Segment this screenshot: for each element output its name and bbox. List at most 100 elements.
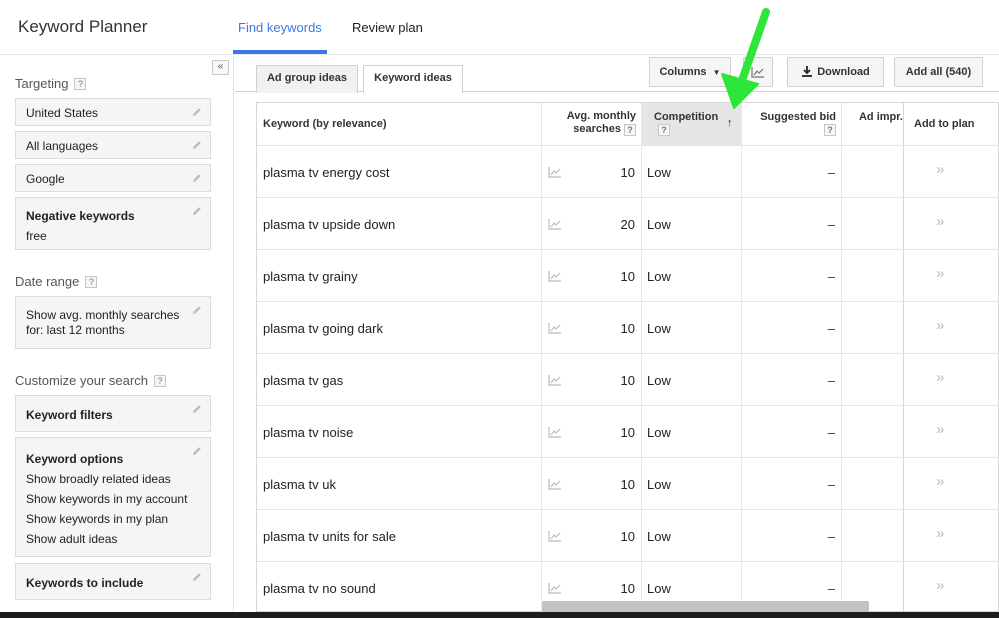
targeting-network[interactable]: Google [15, 164, 211, 192]
ad-impr-header-label: Ad impr. [858, 111, 903, 123]
keyword-cell[interactable]: plasma tv gas [263, 373, 343, 388]
keyword-options-box[interactable]: Keyword options Show broadly related ide… [15, 437, 211, 557]
add-to-plan-icon[interactable]: » [936, 421, 944, 438]
keyword-cell[interactable]: plasma tv going dark [263, 321, 383, 336]
date-range-line2: for: last 12 months [26, 323, 125, 337]
table-row: plasma tv grainy 10 Low – » [257, 249, 998, 301]
targeting-language-label: All languages [26, 139, 99, 153]
avg-searches-cell: 10 [620, 529, 635, 544]
suggested-bid-cell: – [827, 165, 835, 180]
competition-cell: Low [647, 165, 671, 180]
pencil-icon[interactable] [191, 304, 203, 316]
help-icon[interactable]: ? [74, 78, 87, 90]
keyword-cell[interactable]: plasma tv energy cost [263, 165, 389, 180]
add-to-plan-header-label: Add to plan [914, 118, 975, 130]
pencil-icon[interactable] [191, 139, 203, 151]
suggested-bid-cell: – [827, 373, 835, 388]
competition-cell: Low [647, 373, 671, 388]
pencil-icon[interactable] [191, 445, 203, 457]
add-all-button[interactable]: Add all (540) [894, 57, 983, 87]
date-range-line1: Show avg. monthly searches [26, 308, 180, 322]
competition-cell: Low [647, 321, 671, 336]
date-range-heading: Date range? [15, 274, 98, 289]
avg-searches-cell: 10 [620, 165, 635, 180]
date-range-box[interactable]: Show avg. monthly searches for: last 12 … [15, 296, 211, 349]
help-icon[interactable]: ? [658, 124, 670, 136]
collapse-sidebar-button[interactable]: « [212, 60, 229, 75]
suggested-bid-cell: – [827, 529, 835, 544]
avg-searches-cell: 20 [620, 217, 635, 232]
keyword-cell[interactable]: plasma tv grainy [263, 269, 358, 284]
targeting-label: Targeting [15, 76, 69, 91]
help-icon[interactable]: ? [153, 375, 166, 387]
targeting-location[interactable]: United States [15, 98, 211, 126]
keyword-cell[interactable]: plasma tv upside down [263, 217, 395, 232]
column-header-add-to-plan: Add to plan [903, 103, 998, 145]
suggested-bid-cell: – [827, 581, 835, 596]
column-header-keyword[interactable]: Keyword (by relevance) [257, 103, 541, 145]
negative-keywords-box[interactable]: Negative keywords free [15, 197, 211, 250]
keyword-filters-box[interactable]: Keyword filters [15, 395, 211, 432]
customize-heading: Customize your search? [15, 373, 166, 388]
top-header: Keyword Planner Find keywords Review pla… [0, 0, 999, 55]
bottom-edge [0, 612, 999, 618]
keywords-to-include-box[interactable]: Keywords to include [15, 563, 211, 600]
add-to-plan-icon[interactable]: » [936, 265, 944, 282]
keyword-ideas-table: Keyword (by relevance) Avg. monthly sear… [256, 102, 999, 612]
keyword-filters-label: Keyword filters [26, 408, 113, 422]
keyword-cell[interactable]: plasma tv noise [263, 425, 353, 440]
avg-searches-cell: 10 [620, 321, 635, 336]
pencil-icon[interactable] [191, 172, 203, 184]
keyword-cell[interactable]: plasma tv units for sale [263, 529, 396, 544]
pencil-icon[interactable] [191, 571, 203, 583]
tab-keyword-ideas[interactable]: Keyword ideas [363, 65, 463, 93]
competition-cell: Low [647, 581, 671, 596]
add-to-plan-icon[interactable]: » [936, 161, 944, 178]
columns-label: Columns [659, 66, 707, 78]
add-to-plan-icon[interactable]: » [936, 577, 944, 594]
keyword-cell[interactable]: plasma tv no sound [263, 581, 376, 596]
help-icon[interactable]: ? [824, 124, 836, 136]
competition-cell: Low [647, 477, 671, 492]
table-row: plasma tv upside down 20 Low – » [257, 197, 998, 249]
avg-searches-cell: 10 [620, 581, 635, 596]
help-icon[interactable]: ? [85, 276, 98, 288]
download-button[interactable]: Download [787, 57, 884, 87]
column-header-avg-searches[interactable]: Avg. monthly searches ? [541, 103, 641, 145]
add-to-plan-icon[interactable]: » [936, 369, 944, 386]
add-to-plan-icon[interactable]: » [936, 213, 944, 230]
add-to-plan-icon[interactable]: » [936, 317, 944, 334]
suggested-bid-cell: – [827, 425, 835, 440]
tab-ad-group-ideas[interactable]: Ad group ideas [256, 65, 358, 93]
add-to-plan-icon[interactable]: » [936, 473, 944, 490]
annotation-arrow-icon [721, 8, 770, 109]
tab-review-plan[interactable]: Review plan [352, 20, 423, 35]
targeting-network-label: Google [26, 172, 65, 186]
competition-cell: Low [647, 529, 671, 544]
table-row: plasma tv noise 10 Low – » [257, 405, 998, 457]
tab-find-keywords[interactable]: Find keywords [238, 20, 322, 35]
date-range-label: Date range [15, 274, 80, 289]
download-icon [802, 66, 813, 77]
download-label: Download [817, 66, 870, 78]
pencil-icon[interactable] [191, 106, 203, 118]
targeting-heading: Targeting? [15, 76, 87, 91]
table-row: plasma tv uk 10 Low – » [257, 457, 998, 509]
column-header-ad-impr[interactable]: Ad impr. [841, 103, 903, 145]
pencil-icon[interactable] [191, 205, 203, 217]
suggested-bid-cell: – [827, 269, 835, 284]
targeting-language[interactable]: All languages [15, 131, 211, 159]
keyword-cell[interactable]: plasma tv uk [263, 477, 336, 492]
avg-searches-cell: 10 [620, 425, 635, 440]
targeting-location-label: United States [26, 106, 99, 120]
horizontal-scrollbar[interactable] [542, 601, 869, 612]
avg-searches-cell: 10 [620, 373, 635, 388]
pencil-icon[interactable] [191, 403, 203, 415]
add-to-plan-icon[interactable]: » [936, 525, 944, 542]
negative-keywords-title: Negative keywords [26, 209, 135, 223]
competition-header-label: Competition [654, 111, 719, 123]
suggested-bid-cell: – [827, 321, 835, 336]
avg-searches-cell: 10 [620, 269, 635, 284]
help-icon[interactable]: ? [624, 124, 636, 136]
suggested-bid-cell: – [827, 217, 835, 232]
